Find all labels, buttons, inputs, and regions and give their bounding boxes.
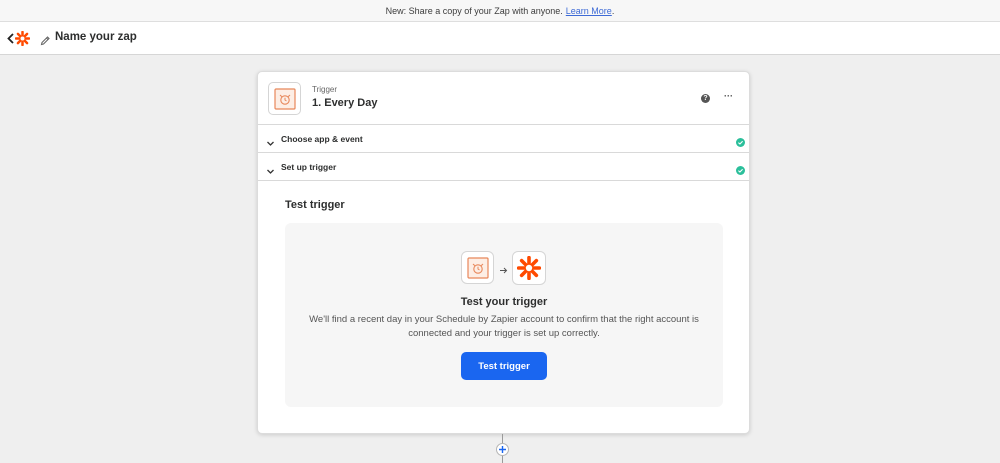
- alarm-clock-icon: [268, 82, 301, 115]
- step-title: 1. Every Day: [312, 97, 378, 109]
- announcement-banner: New: Share a copy of your Zap with anyon…: [0, 0, 1000, 22]
- test-trigger-button[interactable]: Test trigger: [461, 352, 547, 380]
- test-heading: Test your trigger: [460, 296, 548, 308]
- banner-period: .: [611, 5, 615, 16]
- zapier-logo-icon[interactable]: [14, 30, 31, 47]
- zapier-logo-icon: [512, 251, 546, 285]
- help-icon[interactable]: ?: [701, 94, 710, 103]
- arrow-right-icon: [499, 262, 508, 274]
- section-label: Choose app & event: [281, 134, 363, 144]
- alarm-clock-icon: [461, 251, 494, 284]
- step-header[interactable]: Trigger 1. Every Day ? ···: [258, 72, 749, 125]
- chevron-down-icon: [266, 135, 275, 146]
- section-set-up-trigger[interactable]: Set up trigger: [258, 153, 749, 181]
- chevron-left-icon[interactable]: [5, 31, 15, 45]
- pencil-icon[interactable]: [40, 33, 51, 46]
- editor-header: Name your zap: [0, 22, 1000, 55]
- section-label: Set up trigger: [281, 162, 337, 172]
- banner-text: New: Share a copy of your Zap with anyon…: [385, 5, 563, 16]
- chevron-down-icon: [266, 163, 275, 174]
- plus-icon[interactable]: [496, 443, 509, 456]
- zap-name-title[interactable]: Name your zap: [55, 31, 137, 43]
- section-choose-app-event[interactable]: Choose app & event: [258, 125, 749, 153]
- check-circle-icon: [736, 134, 745, 147]
- test-trigger-panel: Test your trigger We'll find a recent da…: [285, 223, 723, 407]
- test-description: We'll find a recent day in your Schedule…: [309, 314, 699, 339]
- learn-more-link[interactable]: Learn More: [566, 6, 612, 16]
- trigger-step-card: Trigger 1. Every Day ? ··· Choose app & …: [257, 71, 750, 434]
- more-horizontal-icon[interactable]: ···: [724, 91, 733, 101]
- check-circle-icon: [736, 162, 745, 175]
- step-type-label: Trigger: [312, 85, 338, 94]
- test-trigger-section-title: Test trigger: [285, 199, 345, 211]
